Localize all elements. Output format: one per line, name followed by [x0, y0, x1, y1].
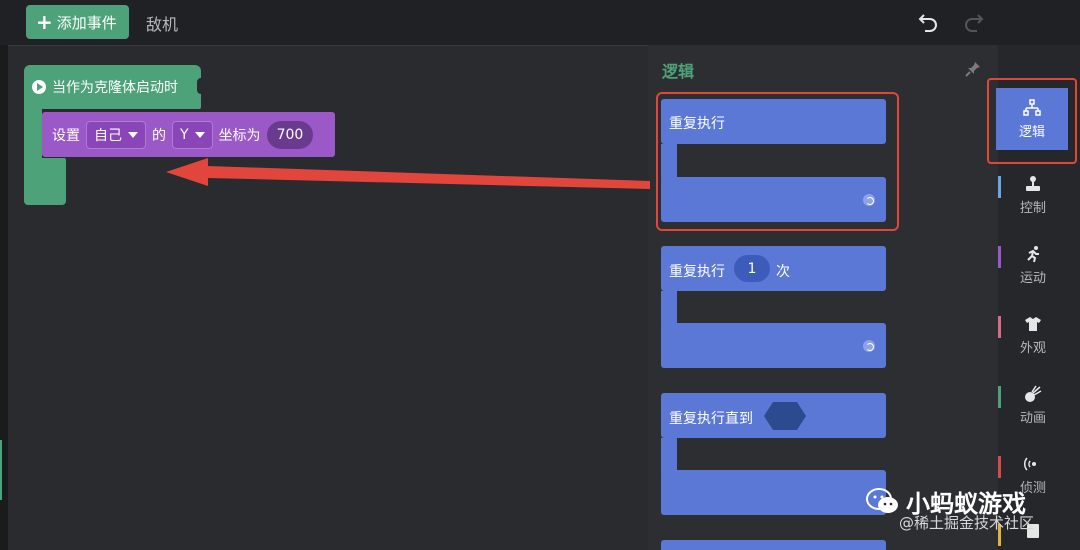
repeat-until-block-top: 重复执行直到 [661, 393, 886, 438]
palette-block-partial[interactable] [661, 540, 886, 550]
category-color-stripe [998, 456, 1001, 478]
category-animation-label: 动画 [1019, 410, 1046, 426]
redo-icon[interactable] [962, 10, 986, 34]
repeat-count-input[interactable]: 1 [734, 255, 770, 282]
category-color-stripe [998, 316, 1001, 338]
repeat-until-block-spine [661, 438, 677, 472]
undo-icon[interactable] [916, 10, 940, 34]
hat-block-label: 当作为克隆体启动时 [52, 80, 178, 96]
dropdown-arrow-icon [128, 131, 138, 138]
axis-value: Y [180, 126, 189, 143]
axis-dropdown[interactable]: Y [172, 120, 213, 149]
loop-icon [863, 340, 875, 352]
joystick-icon [1026, 175, 1040, 191]
hat-block-side [24, 108, 42, 160]
palette-title: 逻辑 [662, 62, 695, 81]
repeat-until-block-bottom [661, 470, 886, 515]
target-dropdown[interactable]: 自己 [86, 120, 146, 149]
set-label: 设置 [52, 127, 80, 144]
category-control[interactable]: 控制 [998, 164, 1068, 226]
repeat-times-label: 重复执行 [669, 264, 725, 280]
hat-block-foot [24, 158, 66, 205]
category-motion-label: 运动 [1019, 270, 1046, 286]
of-label: 的 [152, 127, 166, 144]
repeat-times-suffix: 次 [776, 264, 790, 280]
category-looks[interactable]: 外观 [998, 304, 1068, 366]
category-control-label: 控制 [1019, 200, 1046, 216]
category-color-stripe [998, 176, 1001, 198]
category-motion[interactable]: 运动 [998, 234, 1068, 296]
sprite-tab-enemy[interactable]: 敌机 [146, 11, 178, 35]
play-icon [32, 80, 46, 94]
coordinate-number-input[interactable]: 700 [266, 120, 314, 149]
category-animation[interactable]: 动画 [998, 374, 1068, 436]
highlight-box-repeat-block [656, 92, 899, 231]
repeat-times-block-spine [661, 291, 677, 325]
radar-icon [1024, 457, 1036, 470]
category-color-stripe [998, 386, 1001, 408]
category-color-stripe [998, 246, 1001, 268]
repeat-times-block-bottom [661, 323, 886, 368]
coord-to-label: 坐标为 [218, 127, 261, 144]
category-looks-label: 外观 [1019, 340, 1046, 356]
comet-icon [1025, 385, 1042, 402]
hat-block-clone-start[interactable]: 当作为克隆体启动时 [24, 65, 201, 109]
pin-icon[interactable] [964, 60, 982, 78]
hat-block-notch [197, 78, 205, 94]
running-icon [1027, 245, 1039, 262]
repeat-times-block-top: 重复执行 1 次 [661, 246, 886, 291]
workspace-edge [0, 45, 8, 550]
watermark-source: @稀土掘金技术社区 [899, 514, 1035, 532]
target-value: 自己 [94, 127, 122, 144]
add-event-button[interactable]: + 添加事件 [26, 5, 129, 39]
condition-slot-hexagon[interactable] [763, 401, 807, 431]
repeat-until-label: 重复执行直到 [669, 411, 753, 427]
plus-icon: + [36, 10, 53, 34]
highlight-box-logic-category [987, 78, 1077, 164]
wechat-icon [866, 487, 898, 513]
shirt-icon [1025, 316, 1041, 331]
top-bar: + 添加事件 敌机 [0, 0, 1080, 45]
set-coordinate-block[interactable]: 设置 自己 的 Y 坐标为 700 [42, 112, 335, 157]
add-event-label: 添加事件 [56, 13, 117, 32]
dropdown-arrow-icon [194, 131, 205, 138]
